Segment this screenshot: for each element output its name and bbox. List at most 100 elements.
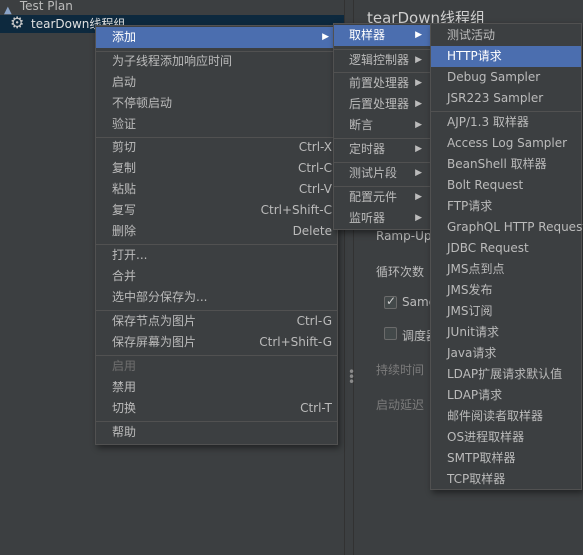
menu-item-help[interactable]: 帮助 bbox=[96, 422, 337, 443]
menu-item-label: Access Log Sampler bbox=[447, 136, 568, 150]
menu-item-add-think-time[interactable]: 为子线程添加响应时间 bbox=[96, 51, 337, 72]
menu-item-label: 选中部分保存为... bbox=[112, 290, 208, 304]
menu-item-label: 切换 bbox=[112, 401, 137, 415]
submenu-item-logic-controller[interactable]: 逻辑控制器 ▶ bbox=[334, 50, 430, 71]
scheduler-checkbox[interactable] bbox=[384, 327, 397, 340]
loop-count-label: 循环次数 bbox=[376, 265, 425, 279]
menu-item-label: 逻辑控制器 bbox=[349, 53, 410, 67]
same-user-checkbox[interactable] bbox=[384, 294, 397, 309]
submenu-arrow-icon: ▶ bbox=[415, 192, 422, 202]
sampler-item-ftp-request[interactable]: FTP请求 bbox=[431, 196, 581, 217]
sampler-item-access-log[interactable]: Access Log Sampler bbox=[431, 133, 581, 154]
menu-item-validate[interactable]: 验证 bbox=[96, 114, 337, 135]
menu-item-label: 验证 bbox=[112, 117, 137, 131]
menu-item-label: 启动 bbox=[112, 75, 137, 89]
menu-item-label: 邮件阅读者取样器 bbox=[447, 409, 544, 423]
submenu-arrow-icon: ▶ bbox=[415, 120, 422, 130]
sampler-item-jms-point-to-point[interactable]: JMS点到点 bbox=[431, 259, 581, 280]
menu-item-label: 保存屏幕为图片 bbox=[112, 335, 197, 349]
sampler-item-http-request[interactable]: HTTP请求 bbox=[431, 46, 581, 67]
menu-item-label: 配置元件 bbox=[349, 190, 398, 204]
menu-item-delete[interactable]: 删除 Delete bbox=[96, 221, 337, 242]
menu-item-copy[interactable]: 复制 Ctrl-C bbox=[96, 158, 337, 179]
submenu-item-pre-processor[interactable]: 前置处理器 ▶ bbox=[334, 73, 430, 94]
submenu-arrow-icon: ▶ bbox=[415, 55, 422, 65]
submenu-arrow-icon: ▶ bbox=[415, 30, 422, 40]
menu-item-label: 粘贴 bbox=[112, 182, 137, 196]
sampler-item-graphql-http-request[interactable]: GraphQL HTTP Request bbox=[431, 217, 583, 238]
menu-item-label: JMS点到点 bbox=[447, 262, 505, 276]
sampler-item-smtp[interactable]: SMTP取样器 bbox=[431, 448, 581, 469]
menu-item-save-selection-as[interactable]: 选中部分保存为... bbox=[96, 287, 337, 308]
menu-item-start-no-pause[interactable]: 不停顿启动 bbox=[96, 93, 337, 114]
sampler-item-bolt-request[interactable]: Bolt Request bbox=[431, 175, 581, 196]
menu-item-add[interactable]: 添加 ▶ bbox=[96, 27, 337, 48]
menu-item-label: HTTP请求 bbox=[447, 49, 502, 63]
sampler-item-jsr223-sampler[interactable]: JSR223 Sampler bbox=[431, 88, 581, 109]
menu-item-paste[interactable]: 粘贴 Ctrl-V bbox=[96, 179, 337, 200]
submenu-item-config-element[interactable]: 配置元件 ▶ bbox=[334, 187, 430, 208]
shortcut-label: Ctrl+Shift-C bbox=[260, 203, 332, 217]
menu-item-label: TCP取样器 bbox=[447, 472, 506, 486]
gear-icon: ⚙ bbox=[10, 13, 25, 32]
menu-item-label: 禁用 bbox=[112, 380, 137, 394]
menu-item-save-node-as-image[interactable]: 保存节点为图片 Ctrl-G bbox=[96, 311, 337, 332]
menu-item-label: JMS发布 bbox=[447, 283, 493, 297]
sampler-item-junit-request[interactable]: JUnit请求 bbox=[431, 322, 581, 343]
menu-item-label: LDAP扩展请求默认值 bbox=[447, 367, 563, 381]
sampler-item-jms-publisher[interactable]: JMS发布 bbox=[431, 280, 581, 301]
menu-item-label: 取样器 bbox=[349, 28, 386, 42]
sampler-item-tcp[interactable]: TCP取样器 bbox=[431, 469, 581, 490]
sampler-item-ajp[interactable]: AJP/1.3 取样器 bbox=[431, 112, 581, 133]
menu-item-open[interactable]: 打开... bbox=[96, 245, 337, 266]
ramp-up-label: Ramp-Up bbox=[376, 229, 432, 243]
shortcut-label: Delete bbox=[292, 224, 332, 238]
sampler-item-flow-control-action[interactable]: 测试活动 bbox=[431, 25, 581, 46]
submenu-item-timer[interactable]: 定时器 ▶ bbox=[334, 139, 430, 160]
shortcut-label: Ctrl-V bbox=[298, 182, 332, 196]
shortcut-label: Ctrl-T bbox=[300, 401, 332, 415]
menu-item-label: BeanShell 取样器 bbox=[447, 157, 547, 171]
shortcut-label: Ctrl-X bbox=[298, 140, 332, 154]
sampler-item-beanshell[interactable]: BeanShell 取样器 bbox=[431, 154, 581, 175]
menu-item-label: LDAP请求 bbox=[447, 388, 503, 402]
sampler-item-ldap-extended-request[interactable]: LDAP扩展请求默认值 bbox=[431, 364, 581, 385]
sampler-item-os-process[interactable]: OS进程取样器 bbox=[431, 427, 581, 448]
sampler-item-mail-reader[interactable]: 邮件阅读者取样器 bbox=[431, 406, 581, 427]
menu-item-duplicate[interactable]: 复写 Ctrl+Shift-C bbox=[96, 200, 337, 221]
menu-item-label: Bolt Request bbox=[447, 178, 524, 192]
menu-item-label: 帮助 bbox=[112, 425, 137, 439]
menu-item-cut[interactable]: 剪切 Ctrl-X bbox=[96, 137, 337, 158]
menu-item-toggle[interactable]: 切换 Ctrl-T bbox=[96, 398, 337, 419]
sampler-item-jms-subscriber[interactable]: JMS订阅 bbox=[431, 301, 581, 322]
menu-item-enable: 启用 bbox=[96, 356, 337, 377]
submenu-item-assertion[interactable]: 断言 ▶ bbox=[334, 115, 430, 136]
menu-item-label: 为子线程添加响应时间 bbox=[112, 54, 233, 68]
sampler-item-ldap-request[interactable]: LDAP请求 bbox=[431, 385, 581, 406]
menu-item-label: Java请求 bbox=[447, 346, 497, 360]
submenu-item-post-processor[interactable]: 后置处理器 ▶ bbox=[334, 94, 430, 115]
sampler-item-jdbc-request[interactable]: JDBC Request bbox=[431, 238, 581, 259]
menu-item-label: 后置处理器 bbox=[349, 97, 410, 111]
menu-item-label: 复写 bbox=[112, 203, 137, 217]
menu-item-label: 不停顿启动 bbox=[112, 96, 173, 110]
menu-item-label: 定时器 bbox=[349, 142, 386, 156]
tree-item-label: Test Plan bbox=[19, 0, 73, 13]
submenu-item-sampler[interactable]: 取样器 ▶ bbox=[334, 25, 430, 46]
menu-item-disable[interactable]: 禁用 bbox=[96, 377, 337, 398]
sampler-item-java-request[interactable]: Java请求 bbox=[431, 343, 581, 364]
menu-item-save-screen-as-image[interactable]: 保存屏幕为图片 Ctrl+Shift-G bbox=[96, 332, 337, 353]
shortcut-label: Ctrl-G bbox=[296, 314, 332, 328]
menu-item-label: AJP/1.3 取样器 bbox=[447, 115, 529, 129]
menu-item-label: SMTP取样器 bbox=[447, 451, 516, 465]
submenu-item-listener[interactable]: 监听器 ▶ bbox=[334, 208, 430, 229]
menu-item-label: JUnit请求 bbox=[447, 325, 499, 339]
menu-item-label: FTP请求 bbox=[447, 199, 493, 213]
sampler-item-debug-sampler[interactable]: Debug Sampler bbox=[431, 67, 581, 88]
menu-item-label: 监听器 bbox=[349, 211, 386, 225]
menu-item-label: OS进程取样器 bbox=[447, 430, 525, 444]
menu-item-label: 前置处理器 bbox=[349, 76, 410, 90]
submenu-item-test-fragment[interactable]: 测试片段 ▶ bbox=[334, 163, 430, 184]
menu-item-merge[interactable]: 合并 bbox=[96, 266, 337, 287]
menu-item-start[interactable]: 启动 bbox=[96, 72, 337, 93]
